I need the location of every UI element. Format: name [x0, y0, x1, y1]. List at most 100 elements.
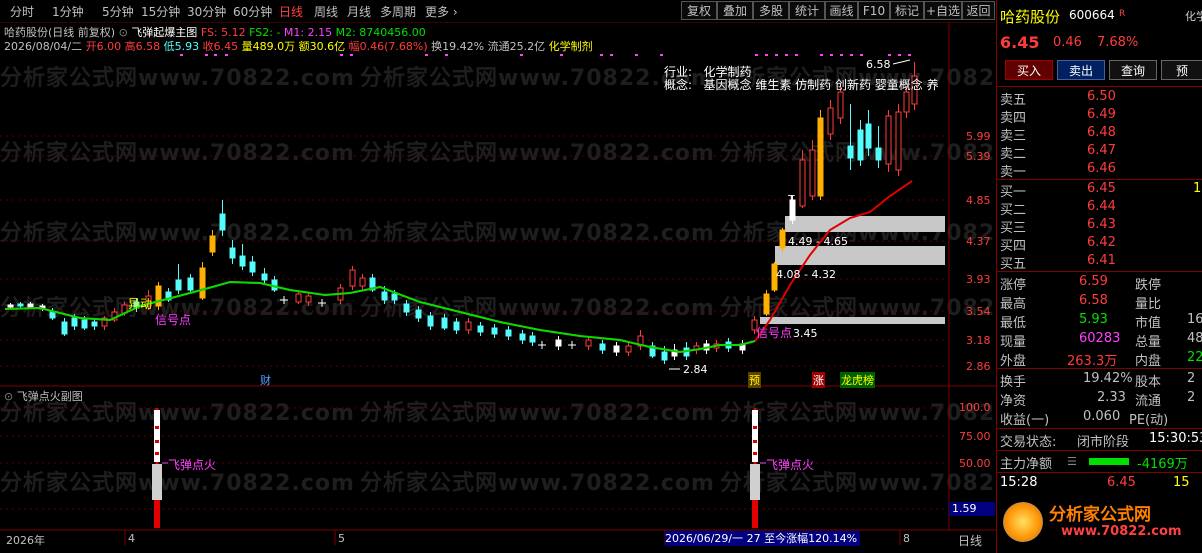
zone-bar-2: [775, 246, 945, 265]
candle-body: [199, 267, 206, 299]
signal-yidong: 异动: [128, 297, 153, 311]
candle-body: [187, 277, 194, 291]
candle-body: [491, 327, 498, 335]
stat-shares-label: 股本: [1135, 375, 1162, 390]
side-tab[interactable]: 化学: [1185, 8, 1202, 24]
stat-limit-up: 6.59: [1079, 274, 1108, 289]
concept-value: 基因概念 维生素 仿制药 创新药 婴童概念 养: [703, 78, 939, 92]
price-tick: 3.54: [966, 305, 991, 318]
quote-stock-code: 600664: [1069, 8, 1115, 22]
stat-inner-label: 内盘: [1135, 354, 1162, 369]
bid2-price: 6.44: [1087, 199, 1116, 214]
flow-bar: [1089, 458, 1129, 465]
candle-body: [763, 293, 770, 315]
candle-body: [857, 129, 864, 161]
price-tick: 3.93: [966, 273, 991, 286]
candle-body: [817, 117, 824, 197]
stat-net-asset-label: 净资: [1000, 394, 1027, 409]
candle-body: [209, 235, 216, 253]
candle-body: [529, 335, 536, 343]
more-button[interactable]: 预: [1161, 60, 1202, 80]
sub-tick: 100.0: [959, 401, 991, 414]
candle-body: [49, 311, 56, 319]
ask1-label: 卖一: [1000, 165, 1027, 180]
quote-stock-name: 哈药股份: [1000, 8, 1061, 26]
badge-dragon-tiger[interactable]: 龙虎榜: [840, 372, 875, 388]
brand-logo: 分析家公式网 www.70822.com: [997, 494, 1202, 553]
buy-button[interactable]: 买入: [1005, 60, 1053, 80]
range-stat-text: 2026/06/29/一 27 至今涨幅120.14%: [665, 532, 858, 545]
tick-time: 15:28: [1000, 475, 1038, 490]
menu-icon[interactable]: ☰: [1067, 455, 1077, 468]
ask3-price: 6.48: [1087, 125, 1116, 140]
candle-body: [81, 319, 88, 329]
candle-body: [61, 321, 68, 335]
concept-label: 概念:: [664, 78, 693, 92]
candle-body: [885, 115, 892, 165]
candle-body: [453, 321, 460, 331]
quote-panel: 哈药股份 600664 R 化学 6.45 0.46 7.68% 买入 卖出 查…: [996, 0, 1202, 553]
bid5-label: 买五: [1000, 257, 1027, 272]
badge-limit-up[interactable]: 涨: [812, 372, 825, 388]
stat-current-vol-label: 现量: [1000, 335, 1027, 350]
candle-body: [219, 213, 226, 231]
candle-body: [391, 293, 398, 301]
tick-price: 6.45: [1107, 475, 1136, 490]
stat-net-asset: 2.33: [1097, 390, 1126, 405]
candle-body: [349, 269, 356, 287]
axis-year: 2026年: [6, 534, 45, 547]
candle-body: [809, 149, 816, 197]
stat-low: 5.93: [1079, 312, 1108, 327]
bid1-price: 6.45: [1087, 181, 1116, 196]
stat-total-vol-label: 总量: [1135, 335, 1162, 350]
trade-time: 15:30:53: [1149, 431, 1202, 446]
candle-body: [837, 91, 844, 119]
stat-shares: 2: [1187, 371, 1196, 386]
bid4-price: 6.42: [1087, 235, 1116, 250]
badge-forecast[interactable]: 预: [748, 372, 761, 388]
candle-body: [27, 303, 34, 308]
ask4-price: 6.49: [1087, 107, 1116, 122]
price-tick: 4.37: [966, 235, 991, 248]
candle-body: [865, 123, 872, 149]
candle-body: [295, 293, 302, 303]
collapse-icon[interactable]: ⊙: [4, 390, 13, 403]
candle-body: [599, 343, 606, 351]
bid3-price: 6.43: [1087, 217, 1116, 232]
sell-button[interactable]: 卖出: [1057, 60, 1105, 80]
axis-month-4: 4: [128, 532, 135, 545]
trade-status-label: 交易状态:: [1000, 435, 1057, 450]
price-tick: 2.86: [966, 360, 991, 373]
ignition-label-left: 飞弹点火: [168, 458, 217, 472]
ask1-price: 6.46: [1087, 161, 1116, 176]
ask5-price: 6.50: [1087, 89, 1116, 104]
badge-finance[interactable]: 财: [260, 372, 271, 388]
candle-body: [903, 91, 910, 113]
candle-body: [613, 345, 620, 353]
candle-body: [895, 111, 902, 171]
zone-bar-3: [760, 317, 945, 324]
period-label[interactable]: 日线: [958, 532, 982, 549]
stat-market-cap-label: 市值: [1135, 316, 1162, 331]
candle-body: [229, 247, 236, 259]
industry-value: 化学制药: [703, 65, 752, 79]
quote-change: 0.46: [1053, 35, 1082, 50]
main-flow-label: 主力净额: [1000, 457, 1053, 472]
axis-month-5: 5: [338, 532, 345, 545]
stat-high: 6.58: [1079, 293, 1108, 308]
stat-market-cap: 16: [1187, 312, 1202, 327]
bid1-volume: 1: [1193, 181, 1202, 196]
rocket-right: [750, 408, 760, 528]
candle-body: [359, 277, 366, 287]
trade-status: 闭市阶段: [1077, 435, 1130, 450]
candle-body: [779, 229, 786, 249]
candle-body: [91, 321, 98, 327]
query-button[interactable]: 查询: [1109, 60, 1157, 80]
logo-title: 分析家公式网: [1049, 505, 1151, 525]
sub-chart-title[interactable]: 飞弹点火副图: [17, 390, 83, 403]
signal-xinhaodian-2: 信号点: [756, 326, 793, 340]
quote-pct: 7.68%: [1097, 35, 1139, 50]
zone1-label: 4.49 - 4.65: [788, 235, 848, 248]
candle-body: [519, 333, 526, 341]
candle-body: [847, 145, 854, 159]
